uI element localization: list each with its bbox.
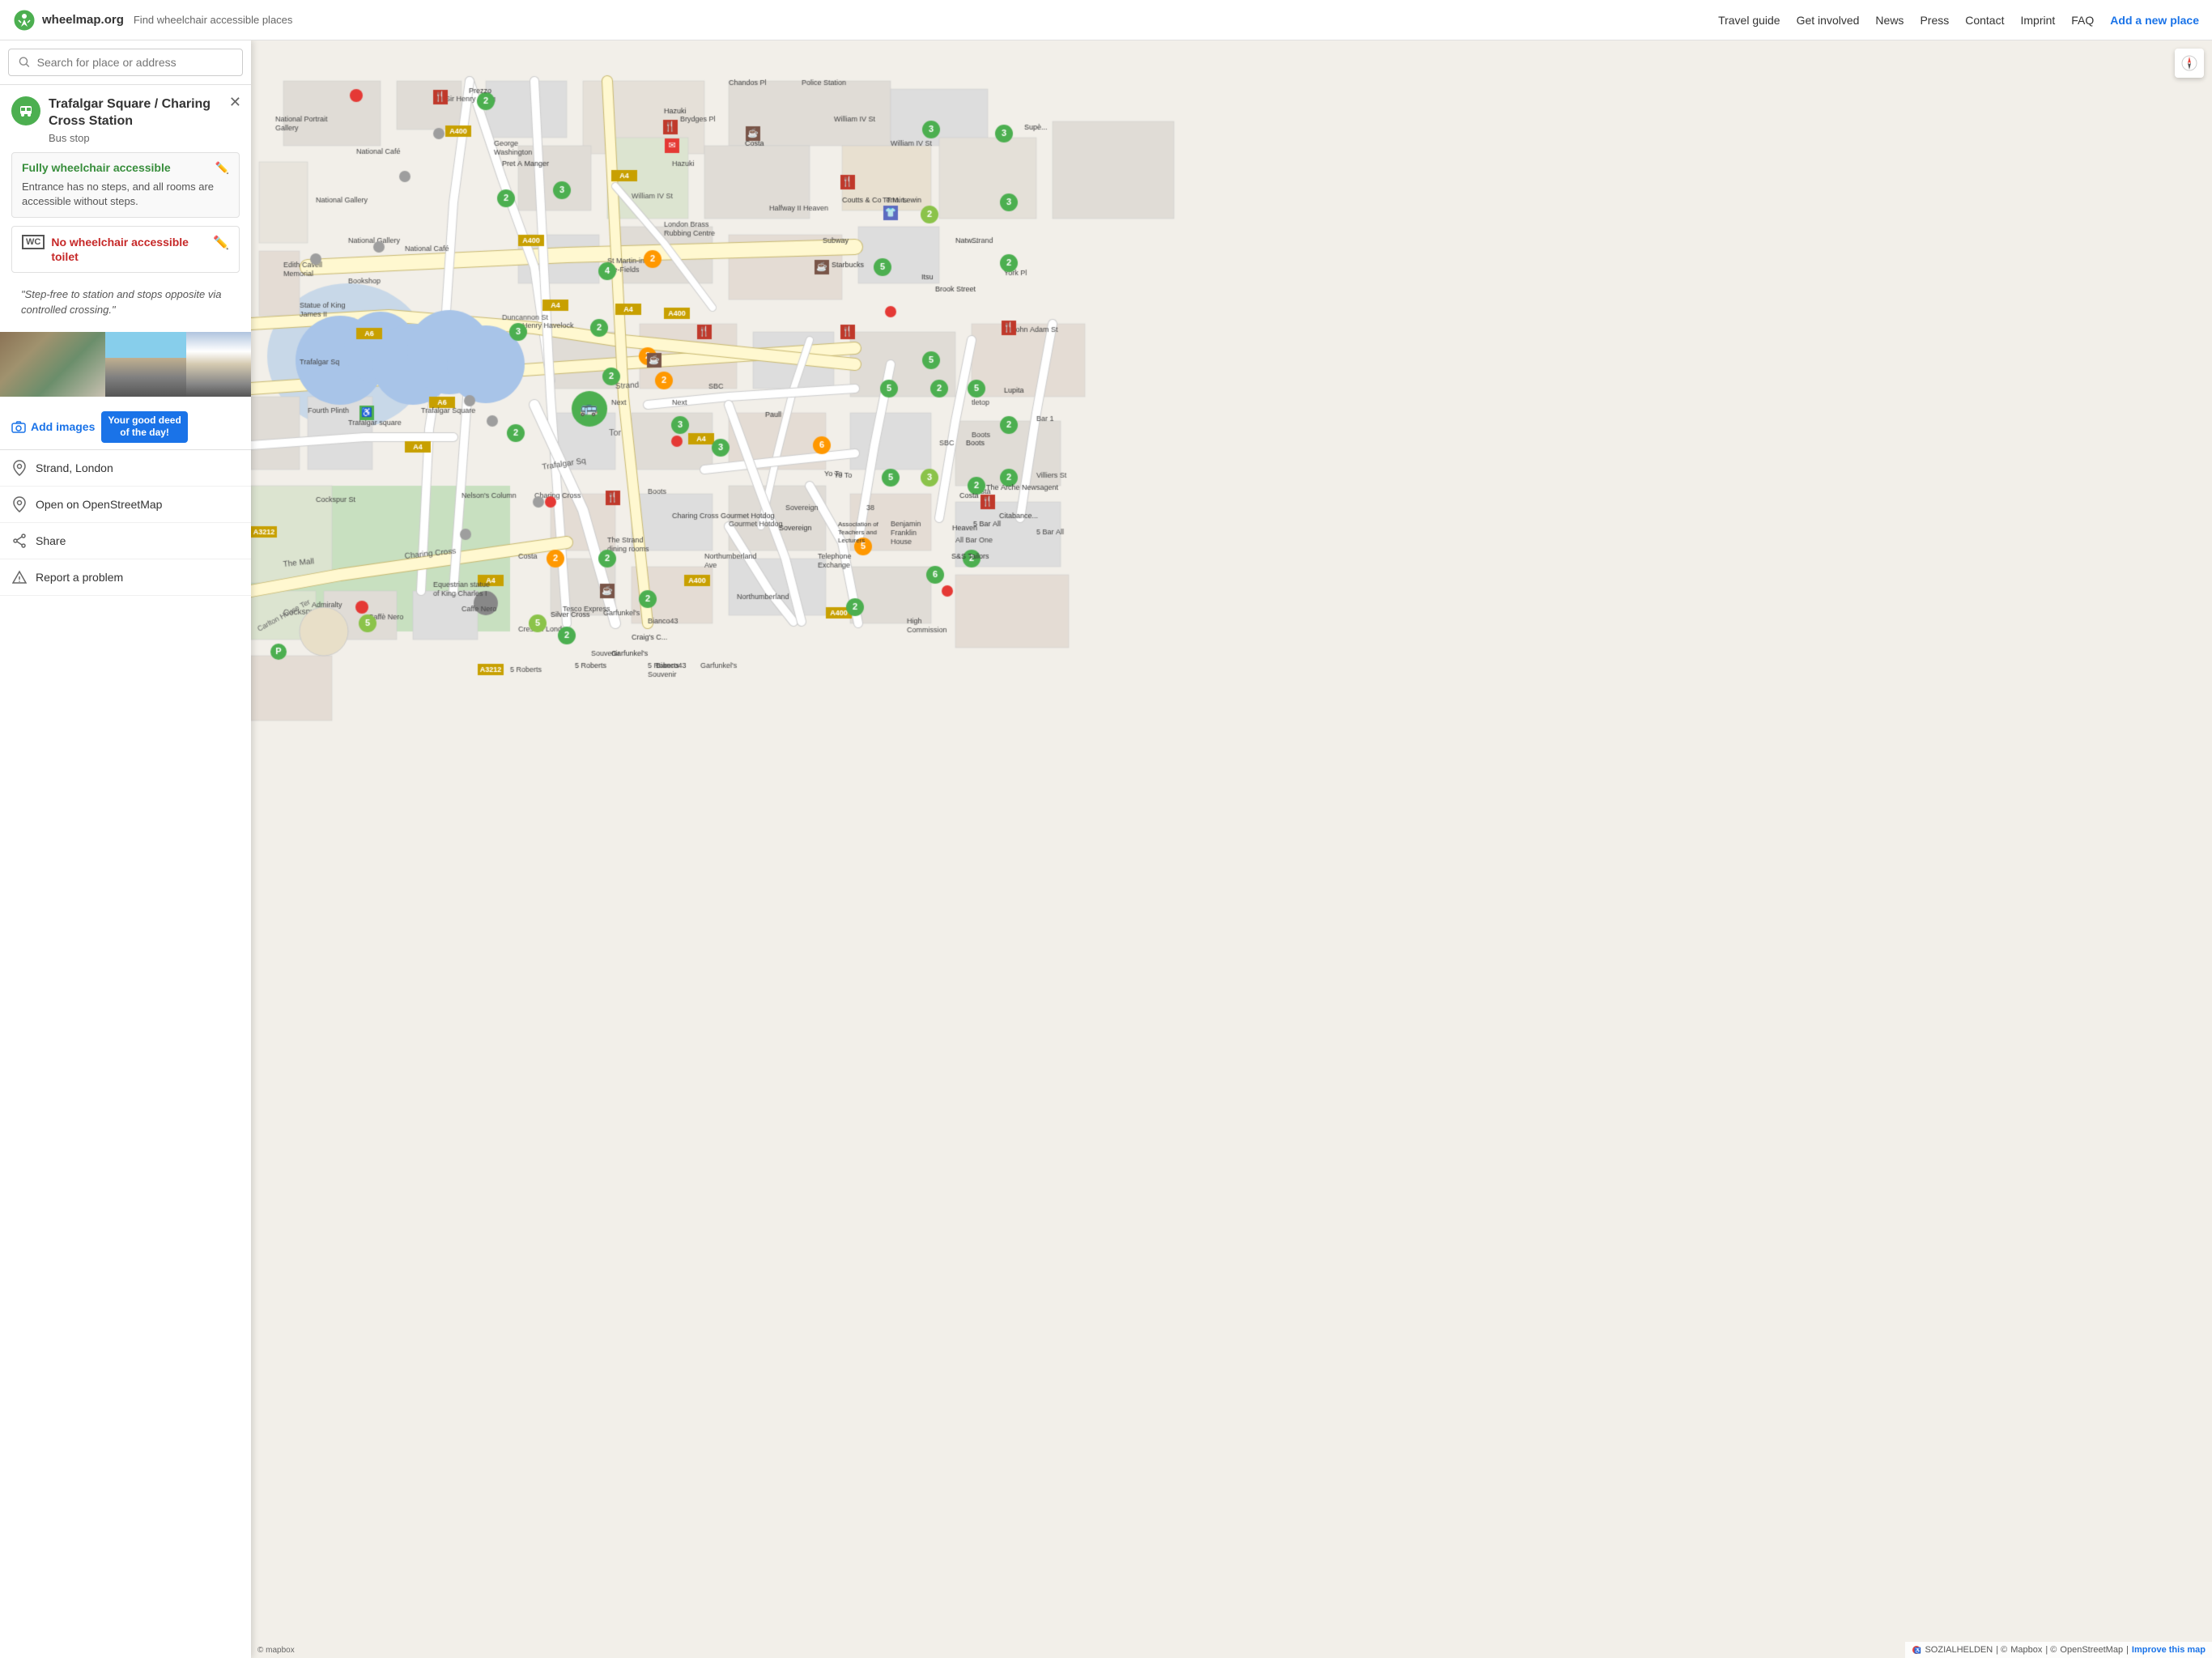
- mapbox-link[interactable]: Mapbox: [2010, 1645, 2042, 1655]
- header: wheelmap.org Find wheelchair accessible …: [0, 0, 2212, 40]
- accessibility-status: Fully wheelchair accessible: [22, 161, 171, 174]
- logo-icon: [13, 9, 36, 32]
- wc-label: WC: [22, 235, 45, 249]
- place-header: Trafalgar Square / Charing Cross Station…: [0, 85, 251, 152]
- accessibility-box: Fully wheelchair accessible ✏️ Entrance …: [11, 152, 240, 218]
- logo-area: wheelmap.org Find wheelchair accessible …: [13, 9, 292, 32]
- nav-faq[interactable]: FAQ: [2071, 14, 2094, 27]
- share-link[interactable]: Share: [0, 523, 251, 559]
- nav-travel-guide[interactable]: Travel guide: [1718, 14, 1780, 27]
- search-icon: [19, 56, 31, 69]
- nav-press[interactable]: Press: [1920, 14, 1949, 27]
- report-link[interactable]: Report a problem: [0, 559, 251, 596]
- good-deed-badge: Your good deed of the day!: [101, 411, 187, 443]
- place-type: Bus stop: [49, 132, 240, 144]
- share-icon: [11, 533, 28, 549]
- logo-tagline: Find wheelchair accessible places: [134, 14, 293, 26]
- attribution-sep2: | ©: [2045, 1645, 2057, 1655]
- location-icon: [11, 460, 28, 476]
- report-icon: [11, 569, 28, 585]
- add-images-label: Add images: [31, 420, 95, 433]
- good-deed-line2: of the day!: [120, 427, 169, 438]
- add-images-row: Add images Your good deed of the day!: [0, 405, 251, 449]
- camera-icon: [11, 419, 26, 434]
- location-link[interactable]: Strand, London: [0, 450, 251, 487]
- wc-status: No wheelchair accessible toilet: [51, 235, 206, 264]
- osm-link-attr[interactable]: OpenStreetMap: [2060, 1645, 2123, 1655]
- map-canvas: [0, 40, 2212, 1658]
- close-button[interactable]: ✕: [229, 95, 241, 109]
- osm-link[interactable]: Open on OpenStreetMap: [0, 487, 251, 523]
- good-deed-line1: Your good deed: [108, 414, 181, 426]
- osm-icon: [11, 496, 28, 512]
- nav-add-place[interactable]: Add a new place: [2110, 14, 2199, 27]
- place-name: Trafalgar Square / Charing Cross Station: [49, 96, 240, 130]
- sozialhelden-text: SOZIALHELDEN: [1925, 1645, 1993, 1655]
- edit-wc-icon[interactable]: ✏️: [213, 235, 229, 251]
- search-bar: [0, 40, 251, 85]
- share-text: Share: [36, 534, 66, 547]
- edit-accessibility-icon[interactable]: ✏️: [215, 161, 229, 175]
- access-status-row: Fully wheelchair accessible ✏️: [22, 161, 229, 175]
- place-title-block: Trafalgar Square / Charing Cross Station…: [49, 96, 240, 144]
- quote-box: "Step-free to station and stops opposite…: [11, 281, 240, 323]
- improve-link[interactable]: Improve this map: [2132, 1645, 2206, 1655]
- mapbox-logo: © mapbox: [251, 1642, 301, 1658]
- svg-text:♿: ♿: [1914, 1647, 1921, 1654]
- attribution: ♿ SOZIALHELDEN | © Mapbox | © OpenStreet…: [1905, 1642, 2212, 1658]
- osm-link-text: Open on OpenStreetMap: [36, 498, 162, 511]
- wc-box: WC No wheelchair accessible toilet ✏️: [11, 226, 240, 273]
- accessibility-description: Entrance has no steps, and all rooms are…: [22, 180, 229, 209]
- map-area[interactable]: Trafalgar Square / Charing Cross Station…: [0, 40, 2212, 1658]
- bus-stop-icon: [11, 96, 40, 125]
- action-links: Strand, London Open on OpenStreetMap: [0, 449, 251, 596]
- add-images-button[interactable]: Add images: [11, 419, 95, 434]
- attribution-sep1: | ©: [1996, 1645, 2007, 1655]
- place-card: Trafalgar Square / Charing Cross Station…: [0, 85, 251, 596]
- sidebar: Trafalgar Square / Charing Cross Station…: [0, 40, 251, 1658]
- location-text: Strand, London: [36, 461, 113, 474]
- attribution-sep3: |: [2126, 1645, 2129, 1655]
- search-input[interactable]: [37, 56, 232, 69]
- nav-news[interactable]: News: [1875, 14, 1904, 27]
- photo-1[interactable]: [0, 332, 105, 397]
- sozialhelden-icon: ♿: [1912, 1645, 1921, 1655]
- nav-contact[interactable]: Contact: [1965, 14, 2004, 27]
- photos-row: [0, 332, 251, 397]
- logo-text[interactable]: wheelmap.org: [42, 13, 124, 27]
- photo-2[interactable]: [105, 332, 186, 397]
- nav: Travel guide Get involved News Press Con…: [1718, 14, 2199, 27]
- nav-imprint[interactable]: Imprint: [2020, 14, 2055, 27]
- photo-3[interactable]: [186, 332, 251, 397]
- compass-button[interactable]: [2175, 49, 2204, 78]
- nav-get-involved[interactable]: Get involved: [1797, 14, 1860, 27]
- search-input-wrapper: [8, 49, 243, 76]
- report-text: Report a problem: [36, 571, 123, 584]
